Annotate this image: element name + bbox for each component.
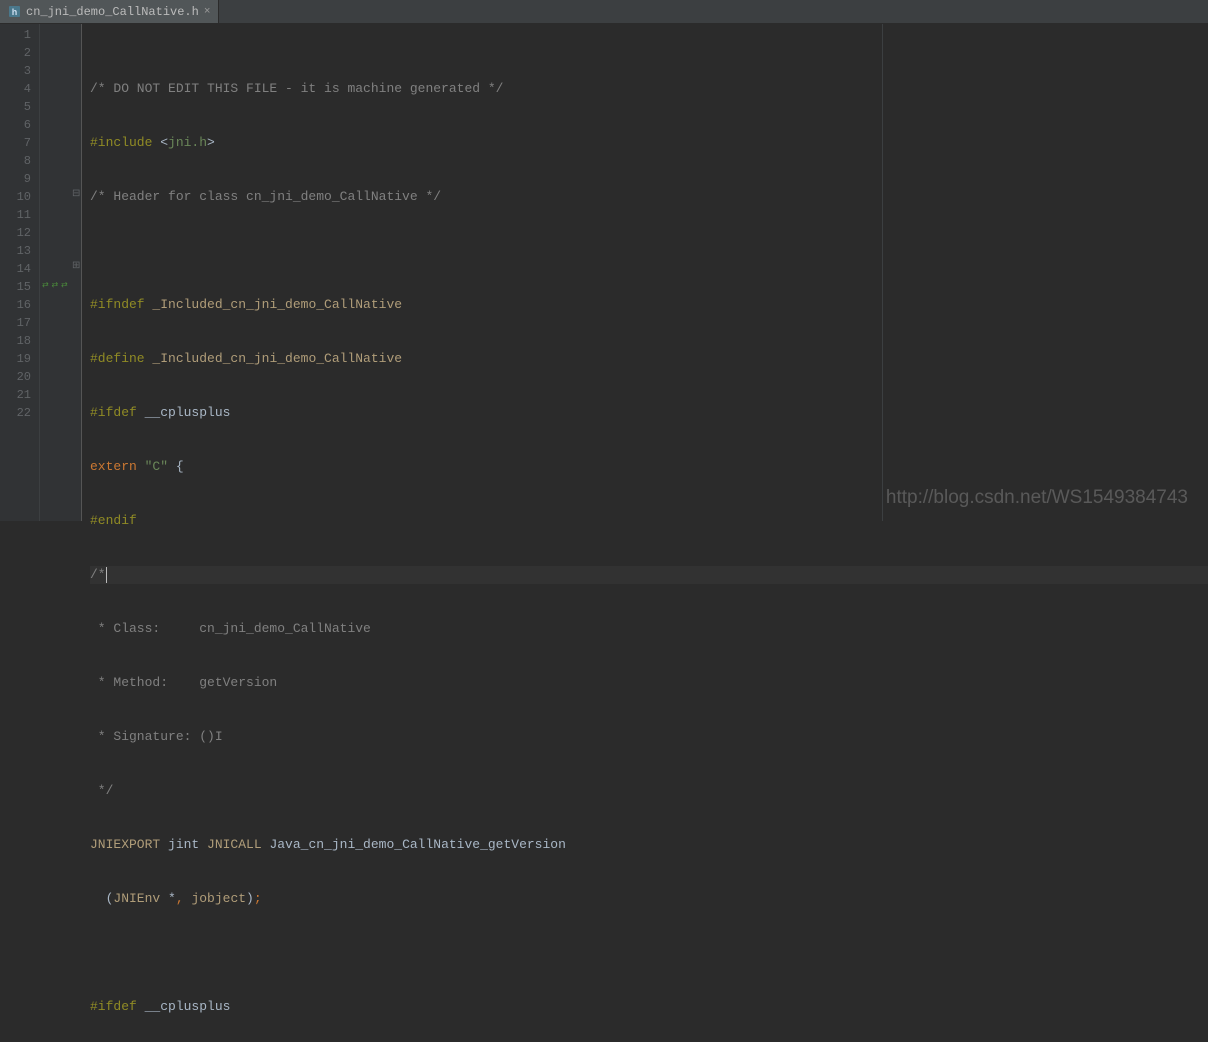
function-name: Java_cn_jni_demo_CallNative_getVersion	[262, 837, 566, 852]
line-number: 21	[0, 386, 31, 404]
jnicall-macro: JNICALL	[207, 837, 262, 852]
text-cursor	[106, 567, 107, 583]
header-file-icon: h	[8, 5, 21, 18]
ifdef-directive: #ifdef	[90, 405, 145, 420]
code-area[interactable]: /* DO NOT EDIT THIS FILE - it is machine…	[82, 24, 1208, 521]
fold-collapse-icon[interactable]: ⊟	[72, 188, 80, 200]
comment: /* DO NOT EDIT THIS FILE - it is machine…	[90, 81, 503, 96]
line-number: 7	[0, 134, 31, 152]
gutter-marks: ⊟ ⊞ ⇄ ⇄ ⇄	[40, 24, 82, 521]
extern-keyword: extern	[90, 459, 145, 474]
line-number: 2	[0, 44, 31, 62]
line-number: 18	[0, 332, 31, 350]
include-directive: #include	[90, 135, 160, 150]
close-icon[interactable]: ×	[204, 6, 211, 18]
line-number: 16	[0, 296, 31, 314]
tab-filename: cn_jni_demo_CallNative.h	[26, 5, 199, 19]
doc-comment: * Class: cn_jni_demo_CallNative	[90, 621, 371, 636]
line-number: 9	[0, 170, 31, 188]
editor-tab[interactable]: h cn_jni_demo_CallNative.h ×	[0, 0, 219, 23]
comment: /* Header for class cn_jni_demo_CallNati…	[90, 189, 441, 204]
editor-area: 1 2 3 4 5 6 7 8 9 10 11 12 13 14 15 16 1…	[0, 24, 1208, 521]
line-number-gutter: 1 2 3 4 5 6 7 8 9 10 11 12 13 14 15 16 1…	[0, 24, 40, 521]
svg-text:h: h	[12, 7, 18, 17]
doc-comment: * Method: getVersion	[90, 675, 277, 690]
line-number: 17	[0, 314, 31, 332]
line-number: 11	[0, 206, 31, 224]
line-number: 19	[0, 350, 31, 368]
ifndef-directive: #ifndef	[90, 297, 152, 312]
line-number: 1	[0, 26, 31, 44]
ifdef-directive: #ifdef	[90, 999, 145, 1014]
line-number: 15	[0, 278, 31, 296]
define-directive: #define	[90, 351, 152, 366]
jniexport-macro: JNIEXPORT	[90, 837, 160, 852]
line-number: 10	[0, 188, 31, 206]
line-number: 4	[0, 80, 31, 98]
line-number: 6	[0, 116, 31, 134]
doc-comment: */	[90, 783, 113, 798]
line-number: 5	[0, 98, 31, 116]
doc-comment: * Signature: ()I	[90, 729, 223, 744]
fold-expand-icon[interactable]: ⊞	[72, 260, 80, 272]
line-number: 3	[0, 62, 31, 80]
line-number: 14	[0, 260, 31, 278]
line-number: 12	[0, 224, 31, 242]
right-margin-line	[882, 24, 883, 521]
vcs-change-mark-icon: ⇄ ⇄ ⇄	[42, 280, 67, 290]
line-number: 8	[0, 152, 31, 170]
line-number: 22	[0, 404, 31, 422]
tab-bar: h cn_jni_demo_CallNative.h ×	[0, 0, 1208, 24]
line-number: 20	[0, 368, 31, 386]
include-path: jni.h	[168, 135, 207, 150]
line-number: 13	[0, 242, 31, 260]
current-line: /*	[90, 566, 1208, 584]
